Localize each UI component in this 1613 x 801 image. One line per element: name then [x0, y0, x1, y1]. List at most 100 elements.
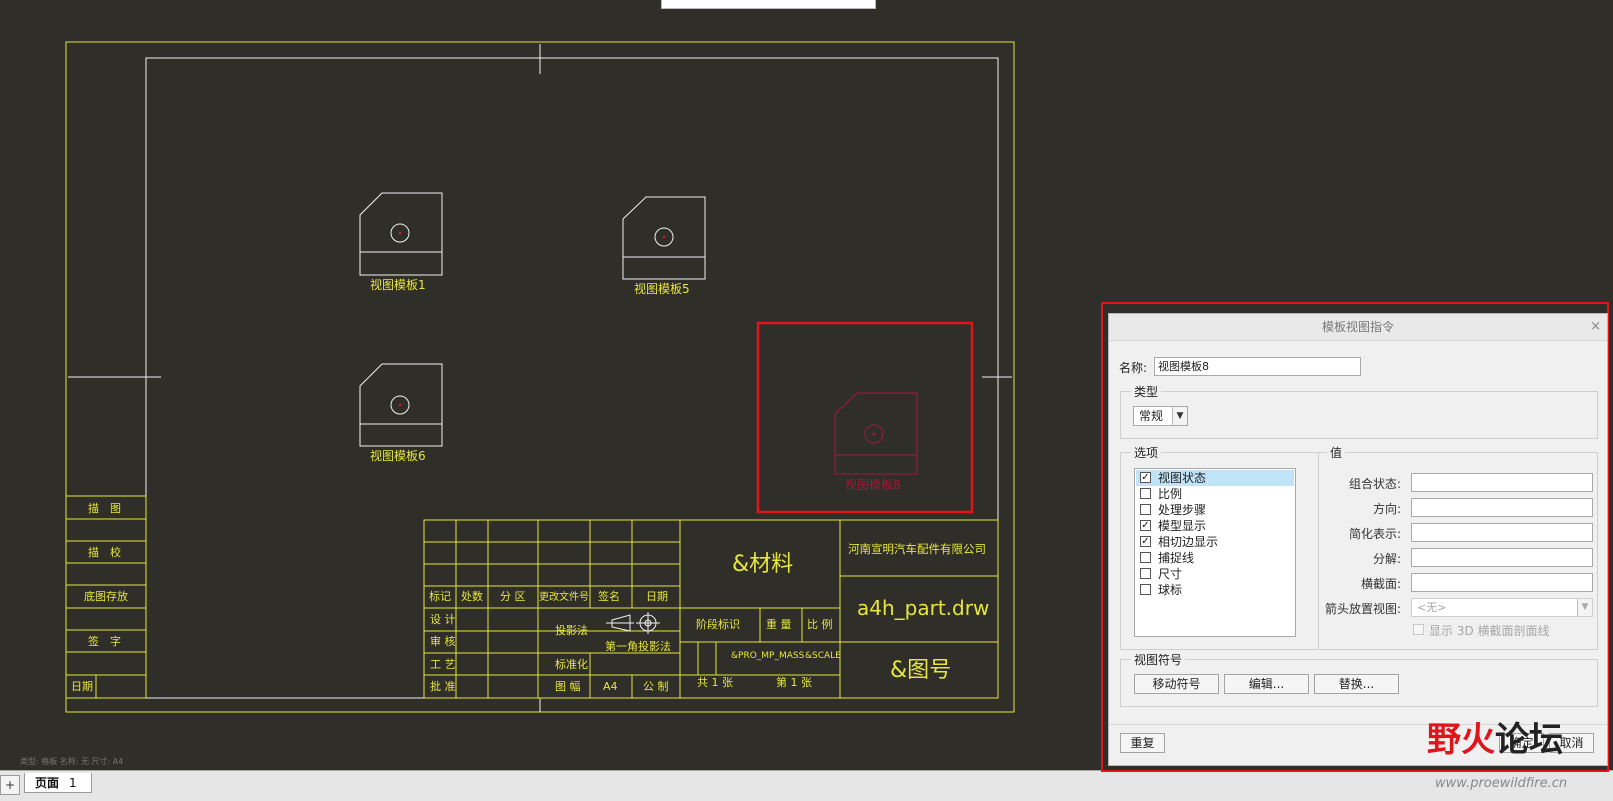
value-label-arrow-view: 箭头放置视图: [1324, 602, 1401, 616]
watermark-url: www.proewildfire.cn [1435, 776, 1568, 791]
options-group-title: 选项 [1131, 444, 1162, 461]
name-label: 名称: [1119, 361, 1148, 375]
type-group: 类型 常规 ▼ [1120, 383, 1598, 439]
tb-drawing-number: &图号 [890, 658, 951, 683]
type-group-title: 类型 [1131, 383, 1162, 400]
checkbox-checked-icon[interactable]: ✓ [1140, 536, 1151, 547]
tb-header: 标记 [429, 589, 451, 603]
checkbox-icon[interactable] [1140, 488, 1151, 499]
view-template-5[interactable]: 视图模板5 [622, 196, 706, 296]
options-list[interactable]: ✓ 视图状态 比例 处理步骤 ✓ 模型显示 ✓ 相切边显示 捕捉线 尺寸 球标 [1134, 468, 1296, 637]
combined-state-field[interactable] [1411, 473, 1593, 492]
left-label: 日期 [71, 680, 93, 693]
group-divider [1318, 453, 1319, 649]
value-label-simplified-rep: 简化表示: [1348, 527, 1401, 541]
page-tab-number: 1 [69, 776, 77, 790]
arrow-view-select[interactable]: <无> ▼ [1411, 598, 1593, 617]
cross-section-field[interactable] [1411, 573, 1593, 592]
left-label: 底图存放 [84, 589, 128, 603]
tb-scale-value: &SCALE [805, 651, 841, 661]
tb-sheet-no: 第 1 张 [776, 675, 812, 689]
tb-header: 处数 [461, 590, 483, 603]
watermark-text: 野火论坛 [1427, 712, 1563, 761]
option-scale[interactable]: 比例 [1136, 486, 1294, 502]
simplified-rep-field[interactable] [1411, 523, 1593, 542]
option-tangent-edge[interactable]: ✓ 相切边显示 [1136, 534, 1294, 550]
page-tab-bar: + 页面 1 [0, 770, 1613, 801]
type-select[interactable]: 常规 ▼ [1133, 406, 1188, 426]
tb-sheet-size-label: 图 幅 [555, 680, 581, 693]
type-select-value: 常规 [1139, 409, 1164, 423]
tb-company: 河南宣明汽车配件有限公司 [848, 542, 986, 556]
left-label: 描 校 [88, 545, 121, 559]
chevron-down-icon[interactable]: ▼ [1172, 407, 1187, 425]
name-field[interactable]: 视图模板8 [1154, 357, 1361, 376]
tb-header: 分 区 [500, 590, 526, 603]
view-symbol-title: 视图符号 [1131, 651, 1186, 668]
tb-header: 更改文件号 [539, 590, 589, 603]
checkbox-checked-icon[interactable]: ✓ [1140, 472, 1151, 483]
option-snap-lines[interactable]: 捕捉线 [1136, 550, 1294, 566]
view-label: 视图模板5 [634, 281, 690, 296]
title-block-text: 标记 处数 分 区 更改文件号 签名 日期 设 计 审 核 工 艺 批 准 投影… [429, 542, 989, 693]
view-label: 视图模板8 [845, 477, 901, 492]
option-process-steps[interactable]: 处理步骤 [1136, 502, 1294, 518]
tb-standardization: 标准化 [555, 657, 588, 671]
checkbox-icon[interactable] [1140, 584, 1151, 595]
value-label-combined-state: 组合状态: [1348, 477, 1401, 491]
sheet-status-line: 类型: 格板 名称: 无 尺寸: A4 [20, 757, 124, 766]
orientation-field[interactable] [1411, 498, 1593, 517]
tb-projection: 投影法 [555, 623, 588, 637]
tab-page-1[interactable]: 页面 1 [24, 773, 92, 793]
option-model-display[interactable]: ✓ 模型显示 [1136, 518, 1294, 534]
view-template-1[interactable]: 视图模板1 [359, 192, 443, 292]
values-group-title: 值 [1327, 444, 1346, 461]
tb-stage-mark: 阶段标识 [696, 617, 740, 631]
watermark-text-a: 野火 [1427, 720, 1495, 760]
move-symbol-button[interactable]: 移动符号 [1134, 674, 1219, 694]
explode-field[interactable] [1411, 548, 1593, 567]
tb-projection-label: 第一角投影法 [605, 639, 671, 653]
edit-button[interactable]: 编辑... [1224, 674, 1309, 694]
chevron-down-icon[interactable]: ▼ [1577, 599, 1592, 616]
watermark-text-b: 论坛 [1495, 720, 1563, 760]
value-label-orientation: 方向: [1372, 502, 1401, 516]
tb-scale-param: &PRO_MP_MASS [731, 651, 805, 661]
view-label: 视图模板1 [370, 277, 426, 292]
view-template-8[interactable]: 视图模板8 [834, 392, 918, 492]
close-icon[interactable]: × [1590, 319, 1601, 335]
value-label-explode: 分解: [1372, 552, 1401, 566]
template-view-dialog: 模板视图指令 × 名称: 视图模板8 类型 常规 ▼ 选项 值 ✓ 视图状态 比… [1108, 313, 1608, 766]
add-page-button[interactable]: + [0, 775, 20, 795]
checkbox-icon[interactable] [1140, 568, 1151, 579]
tb-row: 设 计 [430, 613, 456, 626]
tb-weight: 重 量 [766, 617, 792, 631]
tb-row: 批 准 [430, 679, 456, 693]
view-template-6[interactable]: 视图模板6 [359, 363, 443, 463]
tb-row: 工 艺 [430, 658, 456, 671]
tb-scale-label: 比 例 [807, 617, 833, 631]
value-label-cross-section: 横截面: [1360, 577, 1401, 591]
forum-watermark: 野火论坛 www.proewildfire.cn [1425, 708, 1613, 800]
tb-drawing-name: a4h_part.drw [857, 596, 989, 620]
checkbox-icon[interactable] [1140, 504, 1151, 515]
option-view-state[interactable]: ✓ 视图状态 [1136, 470, 1294, 486]
page-tab-label: 页面 [35, 776, 60, 790]
reset-button[interactable]: 重复 [1120, 733, 1165, 753]
option-dimensions[interactable]: 尺寸 [1136, 566, 1294, 582]
left-label: 签 字 [88, 634, 121, 648]
left-sign-labels: 描 图 描 校 底图存放 签 字 日期 [71, 501, 128, 693]
top-tooltip-fragment [661, 0, 876, 9]
replace-button[interactable]: 替换... [1314, 674, 1399, 694]
tb-total-sheets: 共 1 张 [697, 676, 733, 689]
tb-material: &材料 [732, 552, 793, 577]
option-balloons[interactable]: 球标 [1136, 582, 1294, 598]
tb-header: 日期 [646, 590, 668, 603]
tb-unit: 公 制 [643, 680, 669, 693]
view-label: 视图模板6 [370, 448, 426, 463]
show-3d-checkbox[interactable] [1413, 624, 1424, 635]
checkbox-icon[interactable] [1140, 552, 1151, 563]
arrow-view-value: <无> [1417, 601, 1447, 614]
tb-sheet-size: A4 [603, 680, 618, 693]
checkbox-checked-icon[interactable]: ✓ [1140, 520, 1151, 531]
